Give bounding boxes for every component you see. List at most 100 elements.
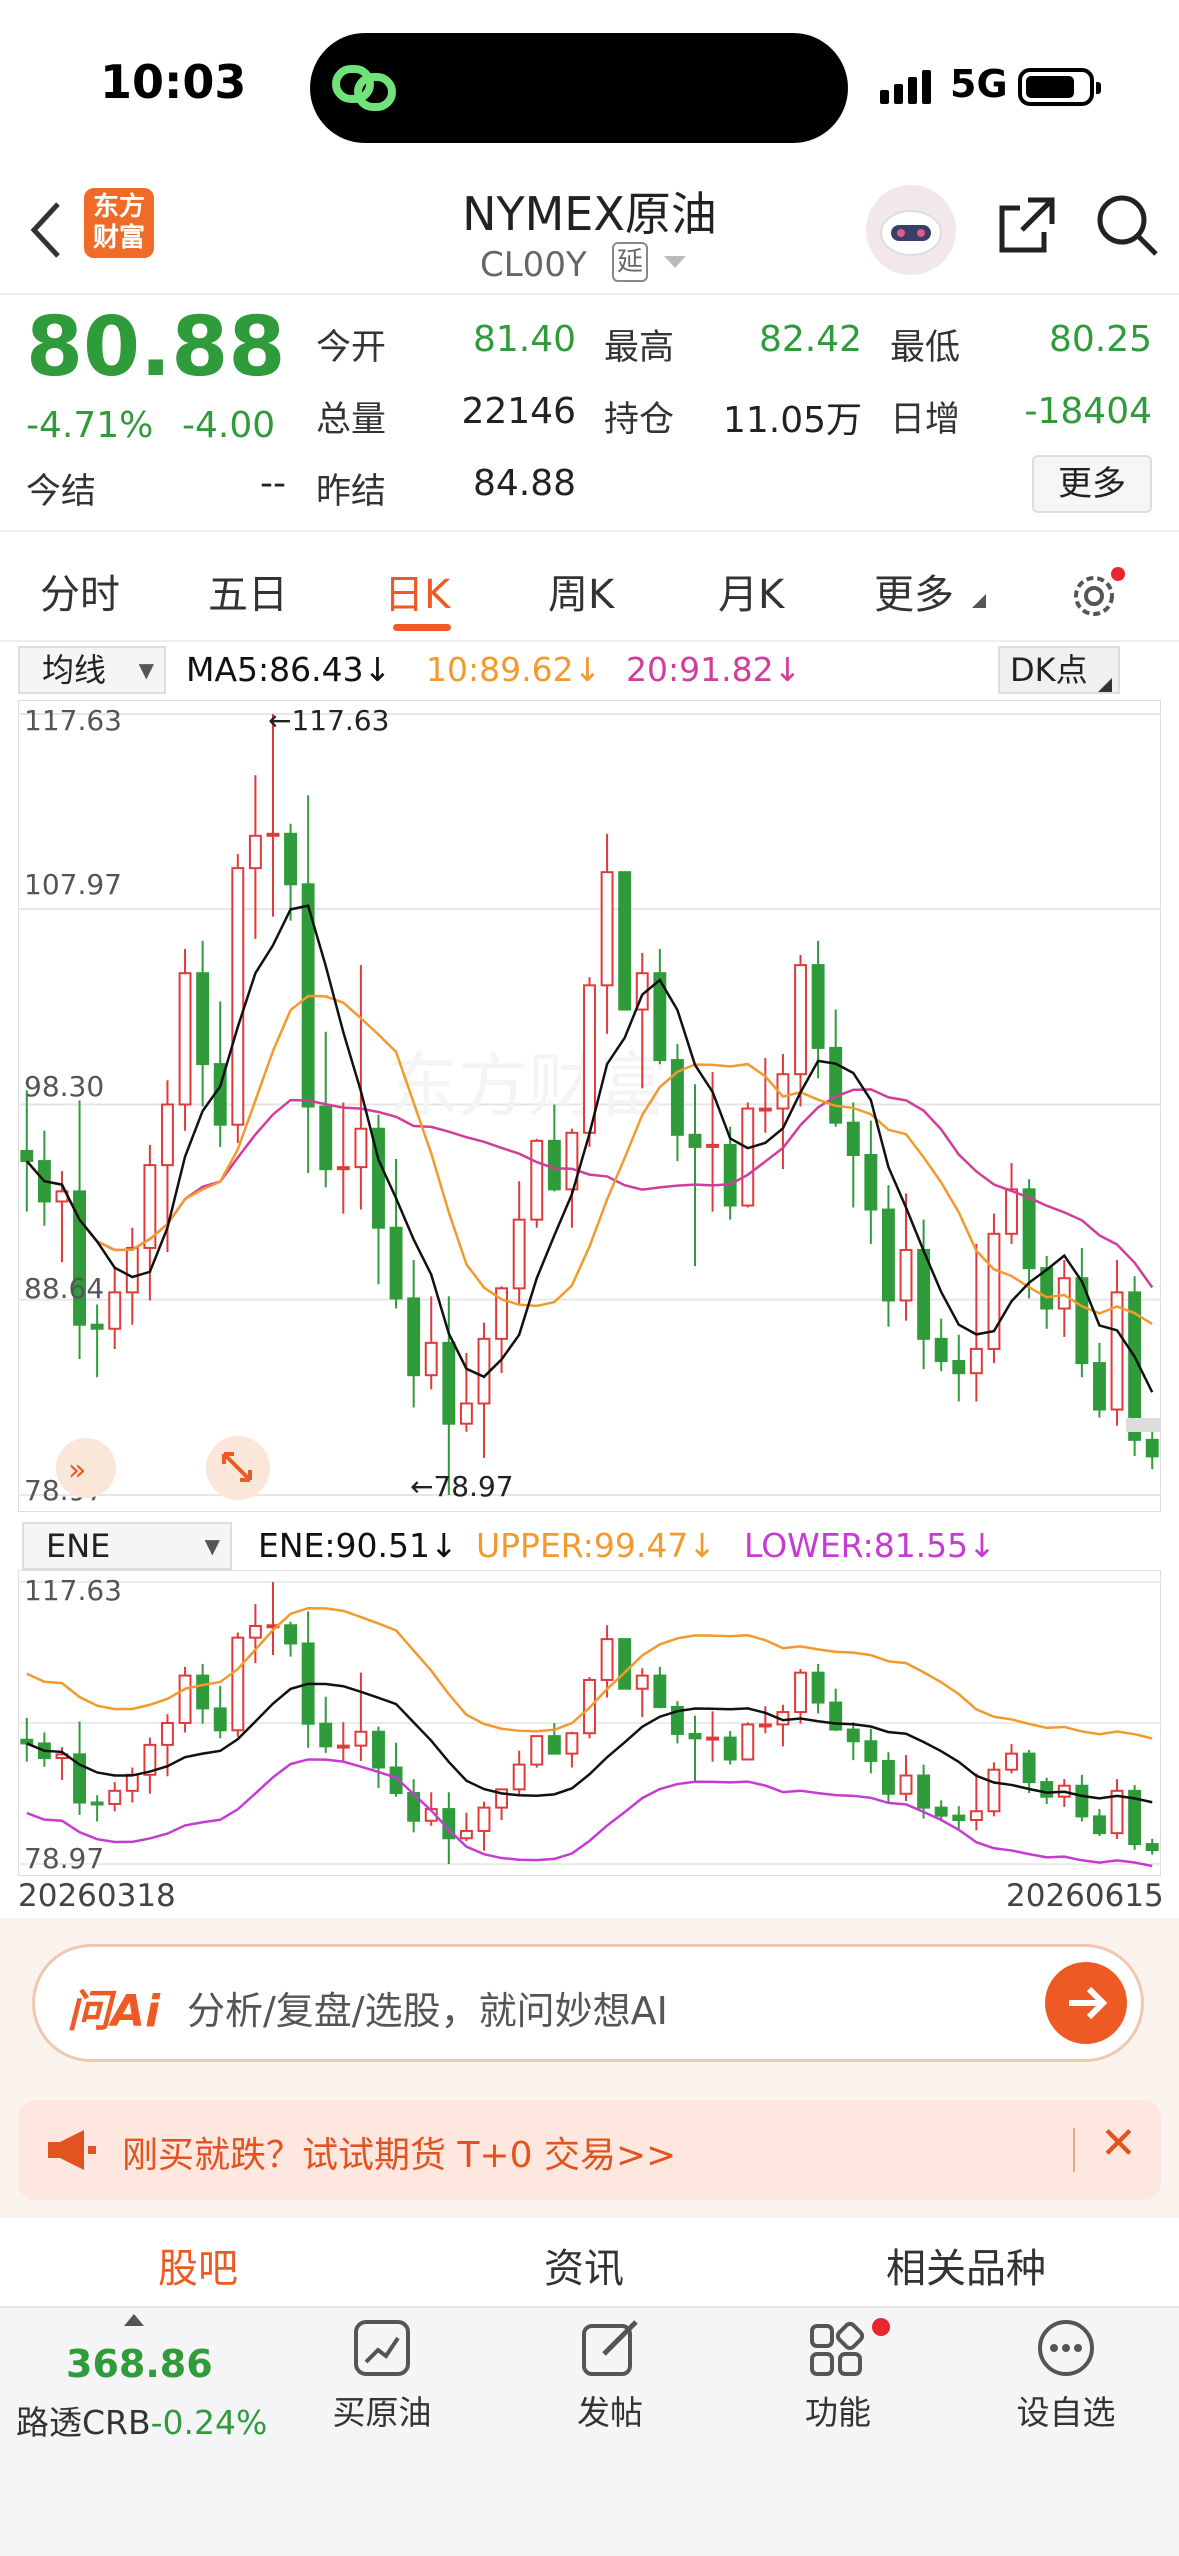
y-tick-label: 98.30 xyxy=(24,1070,104,1103)
candle-up xyxy=(512,1763,526,1791)
candle-up xyxy=(161,1722,174,1746)
candle-down xyxy=(90,1801,104,1806)
candle-up xyxy=(424,1341,438,1377)
status-time: 10:03 xyxy=(100,55,247,109)
settings-gear-icon[interactable] xyxy=(1068,564,1128,624)
y-tick-label: 107.97 xyxy=(24,868,122,901)
candle-down xyxy=(864,1154,878,1211)
candle-up xyxy=(758,1107,772,1112)
candle-up xyxy=(336,1744,350,1749)
tab-guba[interactable]: 股吧 xyxy=(158,2236,238,2294)
scroll-handle[interactable] xyxy=(1126,1418,1161,1432)
tab-daily-k[interactable]: 日K xyxy=(384,562,450,620)
candle-up xyxy=(600,1638,614,1681)
candle-down xyxy=(1093,1815,1106,1835)
crb-index-label[interactable]: 路透CRB-0.24% xyxy=(16,2396,267,2444)
candle-down xyxy=(618,1638,632,1690)
upper-legend: UPPER:99.47↓ xyxy=(476,1526,716,1565)
candle-up xyxy=(354,1730,368,1747)
candle-up xyxy=(899,1248,913,1302)
candle-up xyxy=(1110,1291,1124,1411)
ai-search-box[interactable]: 问Ai 分析/复盘/选股，就问妙想AI xyxy=(32,1944,1144,2062)
candle-down xyxy=(20,1738,34,1745)
indicator-selector-main[interactable]: 均线 ▼ xyxy=(18,646,166,694)
tab-five-day[interactable]: 五日 xyxy=(208,562,288,620)
trend-chart-icon xyxy=(354,2320,410,2376)
collapse-left-button[interactable]: » xyxy=(56,1438,116,1498)
settle-label: 今结 xyxy=(26,472,97,512)
candle-up xyxy=(600,871,614,987)
ai-logo: 问Ai xyxy=(67,1986,161,2037)
candle-up xyxy=(231,867,245,1126)
candle-down xyxy=(90,1323,104,1330)
tab-more[interactable]: 更多 xyxy=(874,562,954,620)
candle-up xyxy=(969,1810,983,1822)
candle-down xyxy=(547,1735,561,1755)
candle-up xyxy=(1005,1752,1018,1771)
candle-down xyxy=(1145,1438,1159,1458)
candle-up xyxy=(969,1347,983,1375)
ene-y-tick-label: 78.97 xyxy=(24,1842,104,1875)
candle-up xyxy=(248,1624,262,1639)
content-tabs: 股吧 资讯 相关品种 xyxy=(0,2218,1179,2306)
tab-intraday[interactable]: 分时 xyxy=(40,562,120,620)
promo-text: 刚买就跌？试试期货 T+0 交易>> xyxy=(122,2135,677,2176)
buy-crude-button[interactable]: 买原油 xyxy=(302,2318,462,2434)
candlestick-chart[interactable]: 东方财富 117.63 107.97 98.30 88.64 78.97 ←11… xyxy=(18,700,1161,1512)
candle-up xyxy=(530,1139,544,1221)
promo-divider xyxy=(1073,2128,1075,2172)
candle-up xyxy=(231,1636,245,1732)
nav-bar: 东方财富 NYMEX原油 CL00Y 延 xyxy=(0,170,1179,295)
function-button[interactable]: 功能 xyxy=(758,2318,918,2434)
ai-go-button[interactable] xyxy=(1045,1962,1127,2044)
candle-down xyxy=(547,1139,561,1191)
candle-up xyxy=(741,1107,755,1207)
candle-up xyxy=(794,964,807,1076)
candle-down xyxy=(1075,1784,1089,1818)
fullscreen-button[interactable] xyxy=(206,1436,270,1500)
candle-down xyxy=(407,1297,421,1377)
ma10-legend: 10:89.62↓ xyxy=(426,650,602,689)
candle-up xyxy=(794,1671,807,1714)
share-icon[interactable] xyxy=(994,192,1060,258)
candle-up xyxy=(125,1246,139,1294)
candle-up xyxy=(899,1774,913,1795)
close-icon[interactable]: ✕ xyxy=(1100,2118,1137,2169)
candle-down xyxy=(372,1730,385,1769)
candle-up xyxy=(706,1143,720,1148)
more-button[interactable]: 更多 xyxy=(1032,455,1152,513)
max-price-marker: ←117.63 xyxy=(268,704,389,737)
candle-down xyxy=(829,1701,843,1731)
prev-settle-value: 84.88 xyxy=(472,463,576,504)
candle-up xyxy=(477,1806,491,1832)
contract-code[interactable]: CL00Y xyxy=(480,245,587,285)
indicator-selector-label: 均线 xyxy=(42,651,107,689)
tab-related[interactable]: 相关品种 xyxy=(886,2236,1046,2294)
ai-assistant-avatar[interactable] xyxy=(866,185,956,275)
dropdown-triangle-icon: ▼ xyxy=(138,658,154,682)
chevron-down-icon[interactable] xyxy=(664,256,686,270)
candle-down xyxy=(723,1143,737,1207)
post-button[interactable]: 发帖 xyxy=(530,2318,690,2434)
candle-up xyxy=(108,1291,122,1330)
active-tab-indicator xyxy=(393,624,451,631)
watermark: 东方财富 xyxy=(388,1045,668,1127)
tab-monthly-k[interactable]: 月K xyxy=(718,562,784,620)
open-interest-value: 11.05万 xyxy=(722,400,862,441)
candle-down xyxy=(389,1226,403,1300)
tab-news[interactable]: 资讯 xyxy=(544,2236,624,2294)
tab-weekly-k[interactable]: 周K xyxy=(548,562,614,620)
crb-index-value[interactable]: 368.86 xyxy=(66,2342,213,2386)
search-icon[interactable] xyxy=(1092,190,1162,260)
add-watchlist-button[interactable]: 设自选 xyxy=(986,2318,1146,2434)
lower-section: 问Ai 分析/复盘/选股，就问妙想AI 刚买就跌？试试期货 T+0 交易>> ✕… xyxy=(0,1918,1179,2556)
candle-down xyxy=(319,1105,333,1171)
ene-chart[interactable]: 117.63 78.97 xyxy=(18,1570,1161,1876)
candle-down xyxy=(1145,1843,1159,1852)
dropdown-triangle-icon: ▼ xyxy=(204,1534,220,1558)
candle-down xyxy=(319,1722,333,1748)
indicator-selector-sub[interactable]: ENE ▼ xyxy=(22,1522,232,1570)
candle-up xyxy=(530,1735,544,1766)
add-watchlist-label: 设自选 xyxy=(1016,2393,1116,2432)
promo-banner[interactable]: 刚买就跌？试试期货 T+0 交易>> ✕ xyxy=(18,2100,1161,2200)
